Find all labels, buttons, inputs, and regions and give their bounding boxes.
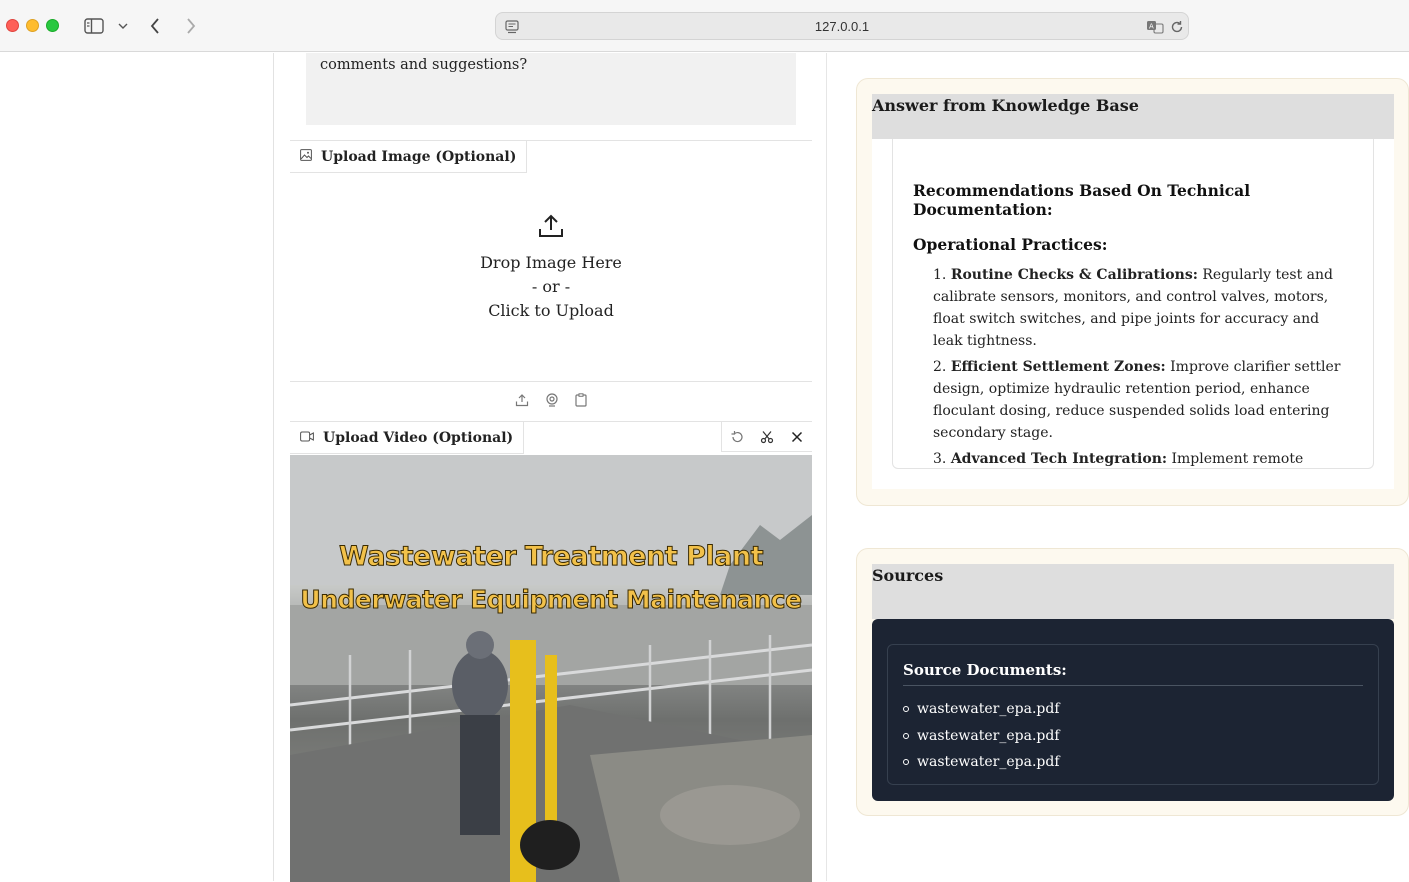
question-text: comments and suggestions? xyxy=(320,57,528,73)
item-title: Advanced Tech Integration: xyxy=(950,451,1168,467)
upload-image-label: Upload Image (Optional) xyxy=(290,141,528,173)
answer-panel: Answer from Knowledge Base Recommendatio… xyxy=(856,78,1409,506)
upload-source-icon[interactable] xyxy=(515,392,529,411)
list-item: wastewater_epa.pdf xyxy=(903,749,1363,776)
list-item: 1. Routine Checks & Calibrations: Regula… xyxy=(933,264,1353,352)
upload-video-section: Upload Video (Optional) Wastewater Treat… xyxy=(290,421,812,882)
translate-icon[interactable]: A xyxy=(1146,19,1164,38)
source-filename: wastewater_epa.pdf xyxy=(917,727,1060,744)
bullet-icon xyxy=(903,706,909,713)
address-bar[interactable]: 127.0.0.1 A xyxy=(495,12,1189,40)
input-column: comments and suggestions? Upload Image (… xyxy=(275,53,827,882)
url-text: 127.0.0.1 xyxy=(814,19,870,34)
answer-heading: Recommendations Based On Technical Docum… xyxy=(913,181,1251,219)
zoom-window-button[interactable] xyxy=(46,19,59,32)
click-to-upload-text: Click to Upload xyxy=(488,301,614,320)
answer-subheading: Operational Practices: xyxy=(913,235,1108,254)
item-number: 2. xyxy=(933,359,947,375)
close-icon[interactable] xyxy=(782,422,812,452)
list-item: 2. Efficient Settlement Zones: Improve c… xyxy=(933,356,1353,444)
undo-icon[interactable] xyxy=(722,422,752,452)
sidebar-toggle-icon[interactable] xyxy=(83,14,105,38)
back-arrow-icon[interactable] xyxy=(147,14,163,38)
answer-scroll-area[interactable]: Recommendations Based On Technical Docum… xyxy=(892,139,1374,469)
video-camera-icon xyxy=(300,430,314,446)
chevron-down-icon[interactable] xyxy=(116,14,130,38)
sources-output: Source Documents: wastewater_epa.pdf was… xyxy=(872,619,1394,801)
clipboard-icon[interactable] xyxy=(575,392,587,411)
item-number: 1. xyxy=(933,267,947,283)
sources-panel: Sources Source Documents: wastewater_epa… xyxy=(856,548,1409,816)
close-window-button[interactable] xyxy=(6,19,19,32)
or-text: - or - xyxy=(531,277,571,296)
upload-image-section: Upload Image (Optional) Drop Image Here … xyxy=(290,140,812,421)
answer-output: Recommendations Based On Technical Docum… xyxy=(872,139,1394,489)
left-gutter xyxy=(0,53,274,881)
reload-icon[interactable] xyxy=(1170,19,1184,38)
source-documents-box: Source Documents: wastewater_epa.pdf was… xyxy=(887,644,1379,785)
forward-arrow-icon[interactable] xyxy=(183,14,199,38)
list-item: wastewater_epa.pdf xyxy=(903,696,1363,723)
video-preview[interactable]: Wastewater Treatment Plant Underwater Eq… xyxy=(290,455,812,882)
image-icon xyxy=(300,148,312,165)
video-controls xyxy=(721,422,812,452)
item-title: Efficient Settlement Zones: xyxy=(950,359,1166,375)
question-textarea[interactable]: comments and suggestions? xyxy=(306,53,796,125)
image-drop-zone[interactable]: Drop Image Here - or - Click to Upload xyxy=(290,173,812,381)
upload-icon xyxy=(538,213,564,243)
answer-panel-title: Answer from Knowledge Base xyxy=(872,94,1394,140)
bullet-icon xyxy=(903,732,909,739)
source-filename: wastewater_epa.pdf xyxy=(917,701,1060,717)
webcam-icon[interactable] xyxy=(545,392,559,411)
image-source-toolbar xyxy=(290,381,812,421)
video-caption-line2: Underwater Equipment Maintenance xyxy=(300,585,803,615)
list-item: 3. Advanced Tech Integration: Implement … xyxy=(933,448,1353,468)
source-list: wastewater_epa.pdf wastewater_epa.pdf wa… xyxy=(903,696,1363,776)
list-item: wastewater_epa.pdf xyxy=(903,723,1363,750)
scissors-icon[interactable] xyxy=(752,422,782,452)
bullet-icon xyxy=(903,759,909,766)
video-caption-line1: Wastewater Treatment Plant xyxy=(339,541,765,573)
minimize-window-button[interactable] xyxy=(26,19,39,32)
video-scene xyxy=(290,455,812,882)
drop-image-text: Drop Image Here xyxy=(480,253,622,272)
svg-text:A: A xyxy=(1149,23,1154,31)
upload-video-label: Upload Video (Optional) xyxy=(290,422,525,454)
item-title: Routine Checks & Calibrations: xyxy=(950,267,1198,283)
item-number: 3. xyxy=(933,451,947,467)
source-filename: wastewater_epa.pdf xyxy=(917,754,1060,770)
sources-panel-title: Sources xyxy=(872,564,1394,619)
source-documents-heading: Source Documents: xyxy=(903,661,1363,686)
upload-video-label-text: Upload Video (Optional) xyxy=(323,429,514,446)
page-content: comments and suggestions? Upload Image (… xyxy=(0,53,1409,882)
answer-list: 1. Routine Checks & Calibrations: Regula… xyxy=(913,264,1353,468)
upload-image-label-text: Upload Image (Optional) xyxy=(321,148,517,165)
browser-toolbar: 127.0.0.1 A xyxy=(0,0,1409,52)
